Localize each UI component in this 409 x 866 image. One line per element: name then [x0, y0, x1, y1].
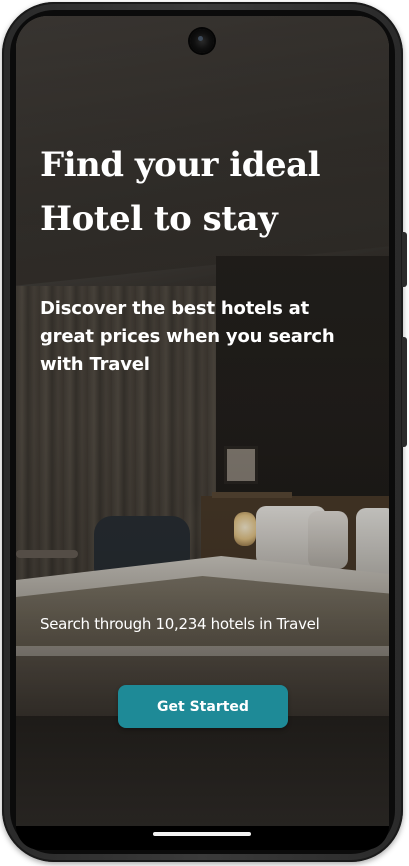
- home-indicator[interactable]: [153, 832, 251, 836]
- navigation-bar: [16, 826, 389, 850]
- description-line: Discover the best hotels at: [40, 298, 310, 319]
- description-line: great prices when you search: [40, 326, 335, 347]
- power-button: [402, 337, 407, 447]
- headline-line: Find your ideal: [40, 145, 321, 185]
- get-started-button[interactable]: Get Started: [118, 685, 288, 728]
- headline-line: Hotel to stay: [40, 199, 278, 239]
- hotel-count-text: Search through 10,234 hotels in Travel: [40, 615, 320, 633]
- description-line: with Travel: [40, 354, 150, 375]
- volume-button: [402, 232, 407, 287]
- description: Discover the best hotels at great prices…: [40, 295, 360, 379]
- front-camera-icon: [190, 29, 214, 53]
- headline: Find your ideal Hotel to stay: [40, 138, 360, 246]
